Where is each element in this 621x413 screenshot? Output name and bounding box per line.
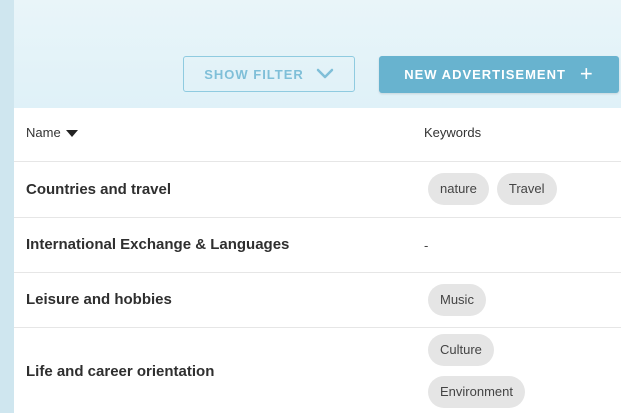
new-advertisement-button[interactable]: NEW ADVERTISEMENT + (379, 56, 619, 93)
show-filter-label: SHOW FILTER (204, 66, 304, 82)
no-keywords-dash: - (424, 238, 429, 253)
table-row[interactable]: Leisure and hobbies Music (14, 273, 621, 328)
advertisements-table: Name Keywords Countries and travel natur… (14, 108, 621, 413)
table-row[interactable]: International Exchange & Languages - (14, 218, 621, 273)
row-name: International Exchange & Languages (26, 236, 290, 253)
column-header-name[interactable]: Name (26, 125, 79, 140)
keyword-chip: Culture (428, 334, 494, 366)
table-header-row: Name Keywords (14, 108, 621, 162)
column-header-name-label: Name (26, 125, 61, 140)
column-header-keywords: Keywords (424, 125, 482, 140)
row-name: Leisure and hobbies (26, 291, 172, 308)
plus-icon: + (579, 60, 594, 86)
keyword-chip: Travel (496, 173, 557, 205)
new-advertisement-label: NEW ADVERTISEMENT (404, 67, 566, 82)
keyword-chip: Environment (428, 376, 525, 408)
keyword-chips: Culture Environment (428, 334, 525, 408)
show-filter-button[interactable]: SHOW FILTER (183, 56, 355, 92)
table-row[interactable]: Life and career orientation Culture Envi… (14, 328, 621, 413)
keyword-chips: nature Travel (428, 173, 618, 205)
table-row[interactable]: Countries and travel nature Travel (14, 162, 621, 218)
keyword-chips: Music (428, 284, 618, 316)
chevron-down-icon (316, 68, 334, 79)
sort-down-icon (65, 129, 78, 137)
keyword-chip: nature (428, 173, 489, 205)
row-name: Countries and travel (26, 181, 172, 198)
keyword-chip: Music (428, 284, 486, 316)
left-edge-strip (0, 0, 14, 413)
row-name: Life and career orientation (26, 363, 215, 380)
